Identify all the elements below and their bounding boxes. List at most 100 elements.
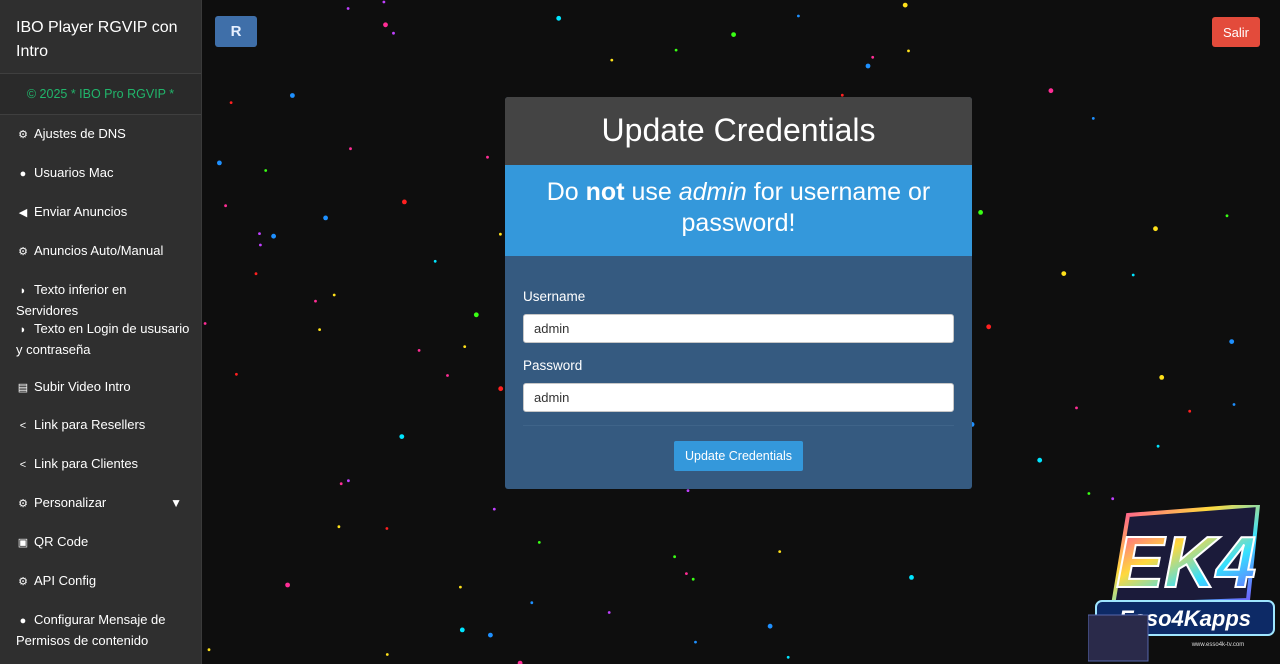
svg-text:EK4: EK4 — [1116, 523, 1256, 603]
star-dot — [786, 655, 790, 659]
esso4kapps-watermark-logo: EK4 Esso4Kapps www.esso4k-tv.com — [1088, 505, 1275, 662]
sidebar-item-label: Ajustes de DNS — [34, 126, 126, 141]
star-dot — [271, 233, 276, 239]
warning-message: Do not use admin for username or passwor… — [505, 165, 972, 256]
sidebar-item-login-text[interactable]: ◗ Texto en Login de ususario y contraseña — [16, 319, 192, 360]
star-dot — [399, 434, 405, 439]
chevron-down-icon[interactable]: ▼ — [170, 493, 182, 513]
sidebar-item-mac-users[interactable]: ● Usuarios Mac — [16, 163, 192, 184]
gears-icon: ⚙ — [18, 498, 28, 510]
star-dot — [1188, 409, 1192, 413]
sidebar-item-server-bottom-text[interactable]: ◗ Texto inferior en Servidores — [16, 280, 192, 321]
sidebar-item-label: Link para Clientes — [34, 456, 139, 471]
star-dot — [254, 272, 258, 276]
star-dot — [1153, 226, 1158, 232]
share-icon: < — [19, 459, 27, 471]
star-dot — [473, 312, 479, 318]
star-dot — [685, 572, 688, 575]
star-dot — [871, 55, 875, 59]
star-dot — [446, 374, 449, 377]
star-dot — [907, 49, 910, 53]
star-dot — [339, 482, 343, 486]
sidebar-item-api-config[interactable]: ⚙ API Config — [16, 571, 192, 592]
gears-icon: ⚙ — [18, 576, 28, 588]
share-icon: < — [19, 420, 27, 432]
star-dot — [865, 63, 871, 69]
star-dot — [691, 577, 695, 581]
star-dot — [203, 322, 207, 325]
sidebar-item-reseller-link[interactable]: < Link para Resellers — [16, 415, 192, 436]
sidebar-item-qr-code[interactable]: ▣ QR Code — [16, 532, 192, 553]
logo-letter: R — [230, 23, 242, 40]
star-dot — [349, 147, 352, 151]
update-credentials-panel: Update Credentials Do not use admin for … — [505, 97, 972, 489]
star-dot — [285, 582, 290, 588]
star-dot — [978, 210, 983, 215]
film-icon: ▤ — [17, 382, 29, 394]
rss-icon: ◗ — [19, 285, 27, 297]
sidebar-item-content-permissions-message[interactable]: ● Configurar Mensaje de Permisos de conte… — [16, 610, 192, 651]
warning-emphasis-not: not — [585, 178, 625, 206]
star-dot — [607, 611, 611, 614]
star-dot — [1232, 403, 1236, 406]
star-dot — [1037, 457, 1043, 463]
sidebar-item-label: Texto en Login de ususario y contraseña — [16, 321, 190, 357]
star-dot — [1087, 492, 1091, 495]
star-dot — [463, 345, 467, 348]
update-credentials-button[interactable]: Update Credentials — [674, 441, 803, 471]
rss-icon: ◗ — [19, 324, 27, 336]
warning-text-part: Do — [546, 178, 586, 206]
gears-icon: ⚙ — [18, 129, 28, 141]
comment-icon: ● — [19, 615, 27, 627]
sidebar-item-label: Personalizar — [34, 495, 107, 510]
star-dot — [417, 349, 421, 352]
toggle-sidebar-logo-button[interactable]: R — [215, 16, 257, 47]
star-dot — [290, 93, 295, 98]
star-dot — [1048, 88, 1054, 94]
star-dot — [767, 623, 773, 629]
star-dot — [383, 22, 388, 28]
star-dot — [1131, 273, 1135, 277]
username-input[interactable] — [523, 314, 954, 343]
star-dot — [686, 489, 690, 492]
sidebar-item-send-announcements[interactable]: ◀ Enviar Anuncios — [16, 202, 192, 223]
star-dot — [488, 632, 493, 638]
star-dot — [1229, 339, 1235, 344]
sidebar-item-client-link[interactable]: < Link para Clientes — [16, 454, 192, 475]
star-dot — [986, 324, 992, 330]
star-dot — [433, 259, 437, 263]
user-icon: ● — [19, 168, 27, 180]
star-dot — [323, 215, 328, 221]
star-dot — [1075, 406, 1078, 410]
star-dot — [385, 653, 389, 656]
star-dot — [556, 15, 562, 21]
svg-text:www.esso4k-tv.com: www.esso4k-tv.com — [1191, 642, 1245, 648]
star-dot — [258, 232, 261, 236]
sidebar: IBO Player RGVIP con Intro © 2025 * IBO … — [0, 0, 202, 664]
sidebar-item-label: API Config — [34, 573, 97, 588]
sidebar-item-customize[interactable]: ⚙ Personalizar ▼ — [16, 493, 192, 514]
star-dot — [1061, 271, 1067, 276]
star-dot — [530, 601, 534, 605]
star-dot — [610, 58, 614, 62]
star-dot — [909, 575, 914, 580]
star-dot — [459, 627, 465, 633]
sidebar-item-label: Usuarios Mac — [34, 165, 114, 180]
star-dot — [1091, 117, 1095, 120]
logout-button[interactable]: Salir — [1212, 17, 1260, 47]
sidebar-item-label: Subir Video Intro — [34, 379, 131, 394]
star-dot — [235, 372, 238, 376]
sidebar-item-label: QR Code — [34, 534, 89, 549]
password-input[interactable] — [523, 383, 954, 412]
star-dot — [1225, 214, 1229, 218]
star-dot — [731, 32, 736, 37]
star-dot — [778, 550, 782, 553]
sidebar-item-auto-announcements[interactable]: ⚙ Anuncios Auto/Manual — [16, 241, 192, 262]
bullhorn-icon: ◀ — [18, 207, 28, 219]
warning-emphasis-admin: admin — [678, 178, 747, 206]
sidebar-item-dns-settings[interactable]: ⚙ Ajustes de DNS — [16, 124, 192, 145]
sidebar-item-upload-intro-video[interactable]: ▤ Subir Video Intro — [16, 377, 192, 398]
app-brand-title[interactable]: IBO Player RGVIP con Intro — [0, 0, 201, 73]
star-dot — [229, 101, 233, 104]
image-icon: ▣ — [17, 537, 29, 549]
